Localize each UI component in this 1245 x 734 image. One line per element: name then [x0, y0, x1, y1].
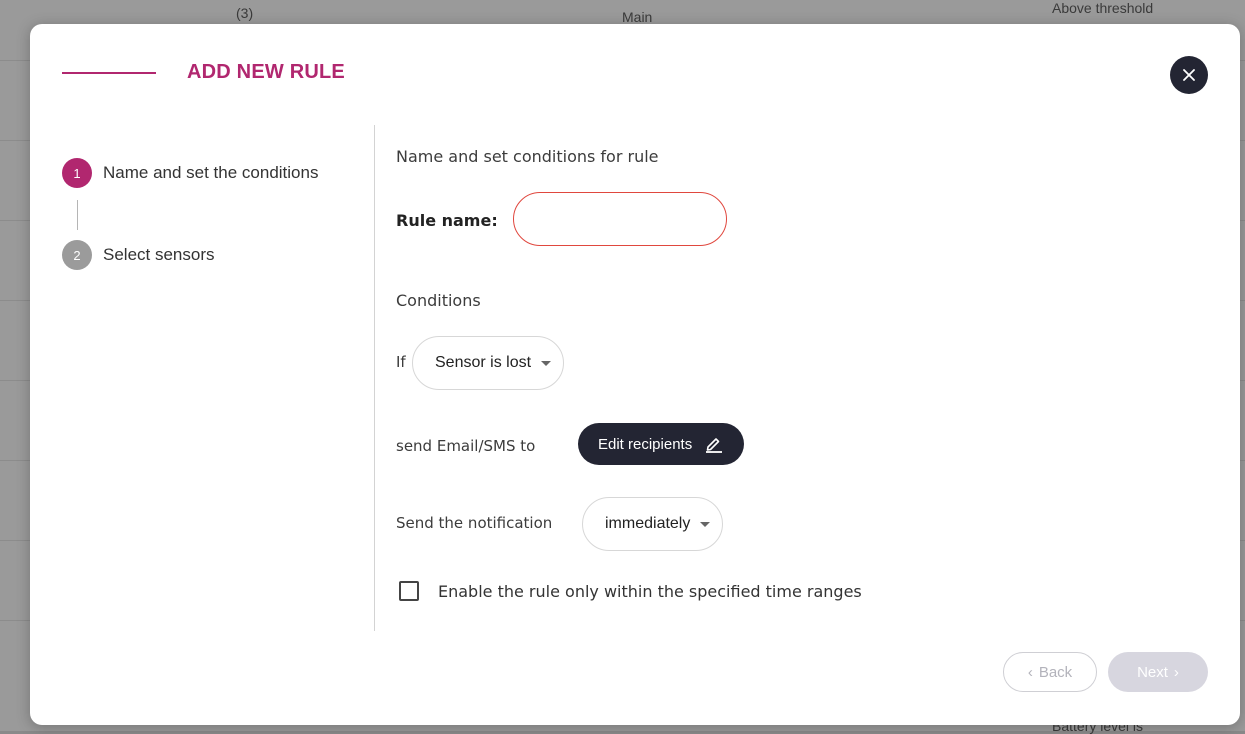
next-button[interactable]: Next › [1108, 652, 1208, 692]
step-label: Name and set the conditions [103, 163, 319, 182]
modal-title: ADD NEW RULE [187, 61, 345, 83]
close-icon [1183, 69, 1195, 81]
chevron-down-icon [700, 521, 711, 527]
vertical-divider [374, 125, 375, 631]
step-connector [77, 200, 78, 230]
background-location: Main [622, 9, 653, 25]
step-select-sensors[interactable]: 2 Select sensors [62, 239, 318, 271]
step-label: Select sensors [103, 245, 215, 264]
title-accent-line [62, 72, 156, 74]
edit-recipients-button[interactable]: Edit recipients [578, 423, 745, 465]
time-range-checkbox-label: Enable the rule only within the specifie… [438, 582, 862, 601]
time-range-checkbox[interactable] [399, 581, 419, 601]
edit-recipients-label: Edit recipients [598, 435, 693, 453]
conditions-heading: Conditions [396, 291, 481, 310]
back-button-label: Back [1038, 663, 1073, 681]
notification-select[interactable]: immediately [582, 497, 724, 551]
notification-select-value: immediately [605, 515, 691, 532]
rule-name-label: Rule name: [396, 211, 498, 230]
rule-name-input[interactable] [513, 192, 727, 246]
back-button[interactable]: ‹ Back [1003, 652, 1097, 692]
form-heading: Name and set conditions for rule [396, 147, 659, 166]
background-count: (3) [236, 5, 254, 21]
step-number: 2 [62, 240, 92, 270]
chevron-right-icon: › [1173, 663, 1179, 681]
chevron-down-icon [541, 360, 552, 366]
step-number: 1 [62, 158, 92, 188]
condition-select[interactable]: Sensor is lost [412, 336, 565, 390]
condition-select-value: Sensor is lost [435, 354, 532, 371]
if-label: If [396, 353, 406, 371]
add-rule-modal: ADD NEW RULE 1 Name and set the conditio… [30, 24, 1240, 725]
send-to-label: send Email/SMS to [396, 437, 536, 455]
step-name-conditions[interactable]: 1 Name and set the conditions [62, 157, 318, 189]
background-threshold: Above threshold [1052, 0, 1154, 16]
pencil-icon [706, 438, 723, 453]
close-button[interactable] [1170, 56, 1208, 94]
chevron-left-icon: ‹ [1027, 663, 1033, 681]
notification-label: Send the notification [396, 514, 553, 532]
wizard-steps: 1 Name and set the conditions 2 Select s… [62, 157, 318, 271]
next-button-label: Next [1137, 663, 1168, 681]
